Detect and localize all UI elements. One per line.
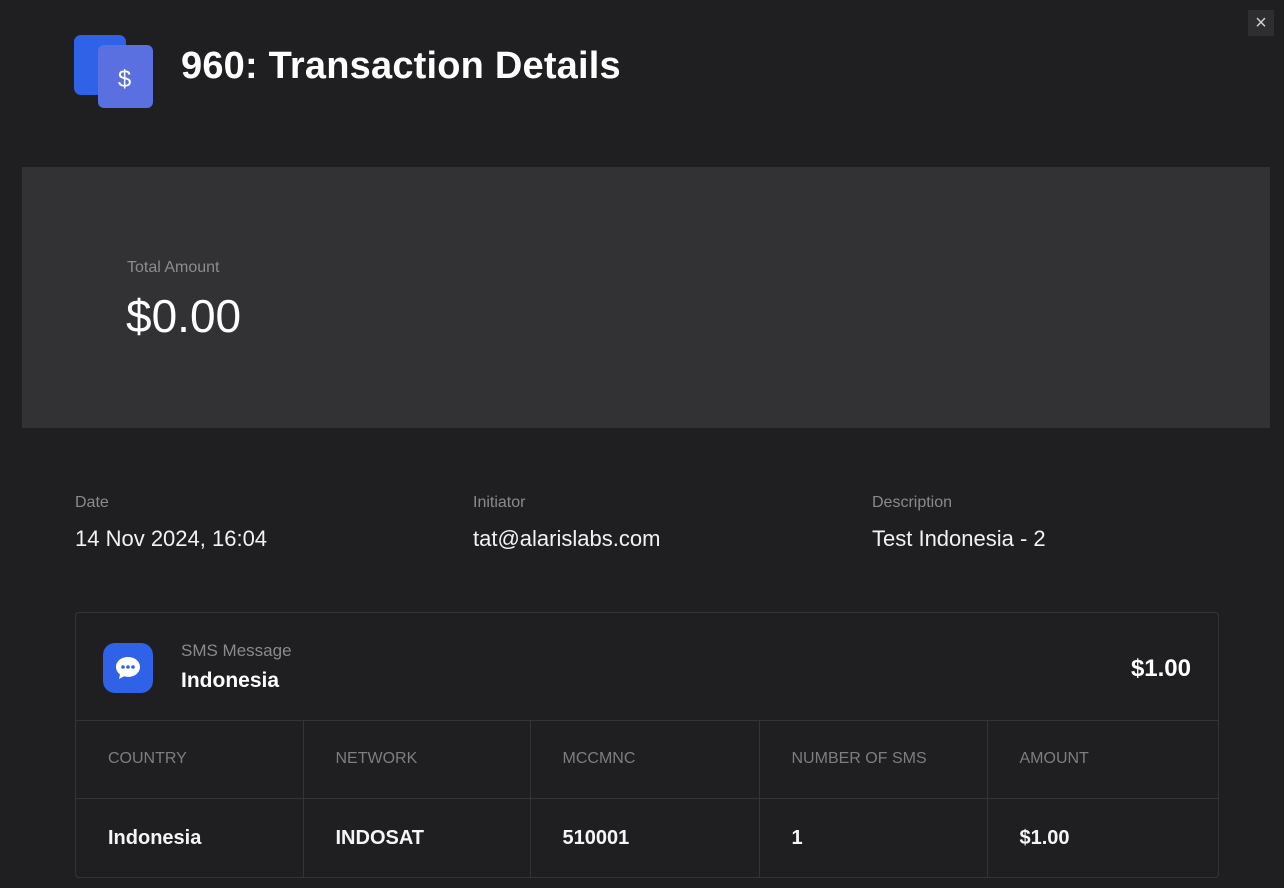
date-value: 14 Nov 2024, 16:04 xyxy=(75,526,268,551)
column-header-number-of-sms: NUMBER OF SMS xyxy=(759,721,988,799)
initiator-field: Initiator tat@alarislabs.com xyxy=(473,494,660,552)
total-amount-panel: Total Amount $0.00 xyxy=(22,167,1270,428)
column-header-network: NETWORK xyxy=(303,721,531,799)
cell-network: INDOSAT xyxy=(303,798,531,878)
modal-header: $ 960: Transaction Details xyxy=(74,30,621,110)
column-header-amount: AMOUNT xyxy=(987,721,1218,799)
column-header-mccmnc: MCCMNC xyxy=(530,721,760,799)
description-field: Description Test Indonesia - 2 xyxy=(872,494,1046,552)
sms-type-label: SMS Message xyxy=(181,641,292,660)
column-header-country: COUNTRY xyxy=(76,721,304,799)
cell-number-of-sms: 1 xyxy=(759,798,988,878)
initiator-label: Initiator xyxy=(473,494,526,511)
sms-message-card: SMS Message Indonesia $1.00 COUNTRY NETW… xyxy=(75,612,1219,878)
close-button[interactable]: × xyxy=(1248,10,1274,36)
description-value: Test Indonesia - 2 xyxy=(872,526,1046,551)
dollar-sign: $ xyxy=(117,65,132,93)
cell-amount: $1.00 xyxy=(1019,826,1070,849)
sms-card-header: SMS Message Indonesia $1.00 xyxy=(76,613,1218,721)
document-front-shape: $ xyxy=(98,45,153,108)
transaction-details-modal: × $ 960: Transaction Details Total Amoun… xyxy=(0,0,1284,888)
initiator-value: tat@alarislabs.com xyxy=(473,526,661,551)
cell-mccmnc: 510001 xyxy=(530,798,760,878)
close-icon: × xyxy=(1255,12,1267,34)
date-field: Date 14 Nov 2024, 16:04 xyxy=(75,494,267,552)
sms-country-name: Indonesia xyxy=(181,669,280,692)
description-label: Description xyxy=(872,494,953,511)
table-row: Indonesia INDOSAT 510001 1 $1.00 xyxy=(76,798,1218,878)
date-label: Date xyxy=(75,494,109,511)
page-title: 960: Transaction Details xyxy=(181,44,621,87)
cell-country: Indonesia xyxy=(76,798,304,878)
total-amount-label: Total Amount xyxy=(127,259,220,276)
total-amount-value: $0.00 xyxy=(126,290,242,342)
chat-bubble-glyph xyxy=(116,657,140,679)
sms-breakdown-table: COUNTRY NETWORK MCCMNC NUMBER OF SMS AMO… xyxy=(76,721,1218,878)
chat-bubble-icon xyxy=(103,643,153,693)
table-header-row: COUNTRY NETWORK MCCMNC NUMBER OF SMS AMO… xyxy=(76,721,1218,799)
document-dollar-icon: $ xyxy=(74,32,154,108)
sms-amount: $1.00 xyxy=(1130,655,1191,682)
